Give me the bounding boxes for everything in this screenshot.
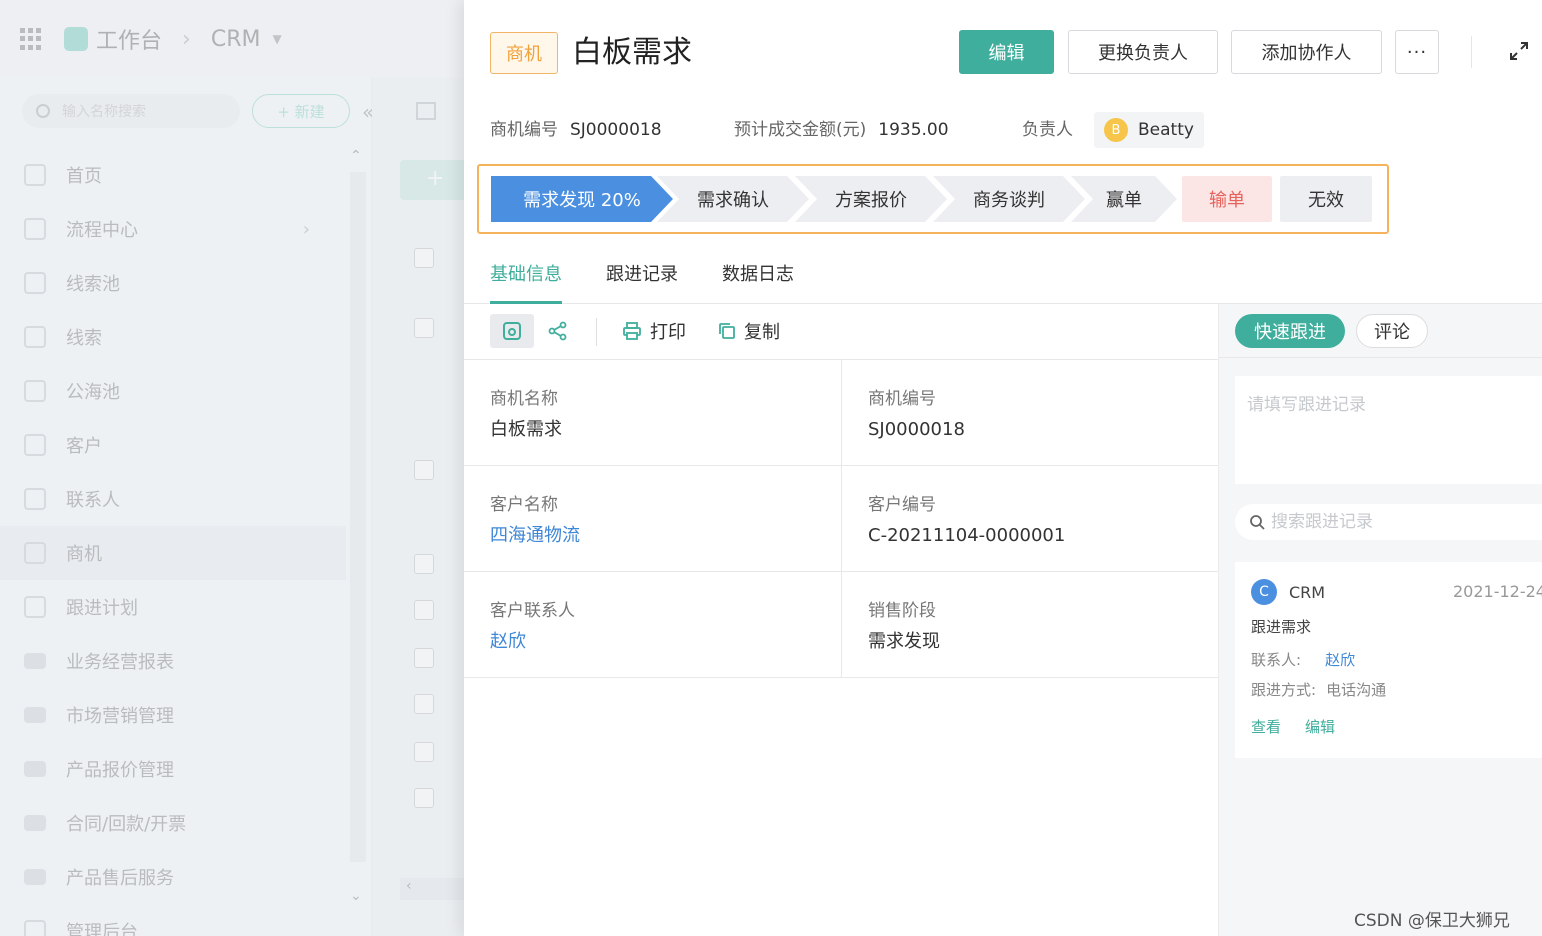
field-label: 客户编号 xyxy=(868,495,936,515)
field-value: 白板需求 xyxy=(490,419,562,440)
search-icon xyxy=(1250,515,1265,530)
share-icon xyxy=(548,321,567,341)
field-label: 客户联系人 xyxy=(490,601,575,621)
stage-lost[interactable]: 输单 xyxy=(1182,176,1272,222)
share-button[interactable] xyxy=(536,314,580,348)
card-contact-label: 联系人: xyxy=(1251,651,1302,669)
field-opportunity-name: 商机名称 白板需求 xyxy=(464,360,841,466)
stage-won[interactable]: 赢单 xyxy=(1071,176,1177,222)
field-value: C-20211104-0000001 xyxy=(868,525,1066,546)
field-opportunity-number: 商机编号 SJ0000018 xyxy=(841,360,1218,466)
card-method-value: 电话沟通 xyxy=(1326,681,1387,699)
print-label: 打印 xyxy=(650,322,686,343)
stage-demand-discovery[interactable]: 需求发现 20% xyxy=(491,176,673,222)
field-customer-number: 客户编号 C-20211104-0000001 xyxy=(841,466,1218,572)
field-value: SJ0000018 xyxy=(868,419,965,440)
customer-link[interactable]: 四海通物流 xyxy=(490,522,841,550)
expected-amount: 预计成交金额(元) 1935.00 xyxy=(734,116,949,144)
card-note: 跟进需求 xyxy=(1251,618,1312,636)
follow-up-search[interactable] xyxy=(1235,504,1542,540)
follow-up-textarea[interactable] xyxy=(1235,376,1542,484)
owner-name: Beatty xyxy=(1138,120,1194,140)
more-button[interactable]: ··· xyxy=(1395,30,1439,74)
stage-proposal[interactable]: 方案报价 xyxy=(795,176,947,222)
print-icon xyxy=(623,322,641,340)
change-owner-button[interactable]: 更换负责人 xyxy=(1068,30,1218,74)
watermark: CSDN @保卫大狮兄 xyxy=(1354,911,1510,931)
comment-tab[interactable]: 评论 xyxy=(1356,314,1428,348)
field-label: 客户名称 xyxy=(490,495,558,515)
card-source: CRM xyxy=(1289,582,1326,602)
avatar: B xyxy=(1104,118,1128,142)
opportunity-number: 商机编号 SJ0000018 xyxy=(490,116,662,144)
avatar: C xyxy=(1251,579,1277,605)
card-edit-link[interactable]: 编辑 xyxy=(1305,718,1335,736)
tab-data-log[interactable]: 数据日志 xyxy=(722,260,794,304)
card-view-link[interactable]: 查看 xyxy=(1251,718,1281,736)
add-collaborator-button[interactable]: 添加协作人 xyxy=(1231,30,1382,74)
tab-follow-records[interactable]: 跟进记录 xyxy=(606,260,678,304)
expand-icon[interactable] xyxy=(1508,40,1530,62)
card-contact-row: 联系人: 赵欣 xyxy=(1251,650,1542,670)
field-label: 商机名称 xyxy=(490,389,558,409)
meta-label: 预计成交金额(元) xyxy=(734,120,867,140)
field-label: 销售阶段 xyxy=(868,601,936,621)
card-method-label: 跟进方式: xyxy=(1251,681,1317,699)
meta-label: 商机编号 xyxy=(490,120,558,140)
field-sales-stage: 销售阶段 需求发现 xyxy=(841,572,1218,678)
stage-negotiation[interactable]: 商务谈判 xyxy=(933,176,1085,222)
field-customer-contact: 客户联系人 赵欣 xyxy=(464,572,841,678)
follow-up-tabs: 快速跟进 评论 xyxy=(1219,304,1542,358)
print-button[interactable]: 打印 xyxy=(622,318,686,344)
card-method-row: 跟进方式: 电话沟通 xyxy=(1251,680,1542,700)
copy-button[interactable]: 复制 xyxy=(718,318,780,344)
view-mode-button[interactable] xyxy=(490,314,534,348)
card-contact-link[interactable]: 赵欣 xyxy=(1325,651,1355,669)
quick-follow-up-tab[interactable]: 快速跟进 xyxy=(1235,314,1345,348)
follow-up-search-input[interactable] xyxy=(1271,512,1531,532)
divider xyxy=(1471,36,1472,68)
owner-label: 负责人 xyxy=(1022,120,1073,140)
copy-label: 复制 xyxy=(744,322,780,343)
field-label: 商机编号 xyxy=(868,389,936,409)
stage-demand-confirm[interactable]: 需求确认 xyxy=(657,176,809,222)
card-actions: 查看 编辑 xyxy=(1251,716,1542,737)
meta-value: 1935.00 xyxy=(878,120,949,140)
meta-value: SJ0000018 xyxy=(570,120,662,140)
card-view-icon xyxy=(503,322,521,340)
copy-icon xyxy=(719,323,735,339)
detail-tabs: 基础信息 跟进记录 数据日志 xyxy=(464,250,1542,304)
owner-chip[interactable]: B Beatty xyxy=(1094,112,1204,148)
edit-button[interactable]: 编辑 xyxy=(959,30,1054,74)
detail-toolbar: 打印 复制 xyxy=(464,304,1218,360)
divider xyxy=(596,318,597,346)
contact-link[interactable]: 赵欣 xyxy=(490,628,841,656)
sales-stage-bar: 需求发现 20% 需求确认 方案报价 商务谈判 赢单 输单 无效 xyxy=(477,164,1389,234)
basic-info-panel: 打印 复制 商机名称 白板需求 商机编号 SJ0000018 客户名称 四海通物… xyxy=(464,304,1218,936)
field-customer-name: 客户名称 四海通物流 xyxy=(464,466,841,572)
record-type-tag: 商机 xyxy=(490,32,558,74)
drawer-mask[interactable] xyxy=(0,0,464,936)
tab-basic-info[interactable]: 基础信息 xyxy=(490,260,562,304)
follow-up-card: C CRM 2021-12-24 跟进需求 联系人: 赵欣 跟进方式: 电话沟通 查… xyxy=(1235,562,1542,758)
card-date: 2021-12-24 xyxy=(1453,582,1542,601)
field-value: 需求发现 xyxy=(868,631,940,652)
stage-invalid[interactable]: 无效 xyxy=(1280,176,1372,222)
page-title: 白板需求 xyxy=(572,35,692,70)
opportunity-drawer: 商机 白板需求 编辑 更换负责人 添加协作人 ··· 商机编号 SJ0000018… xyxy=(464,0,1542,936)
follow-up-panel: 快速跟进 评论 C CRM 2021-12-24 跟进需求 联系人: 赵欣 跟进方… xyxy=(1218,304,1542,936)
